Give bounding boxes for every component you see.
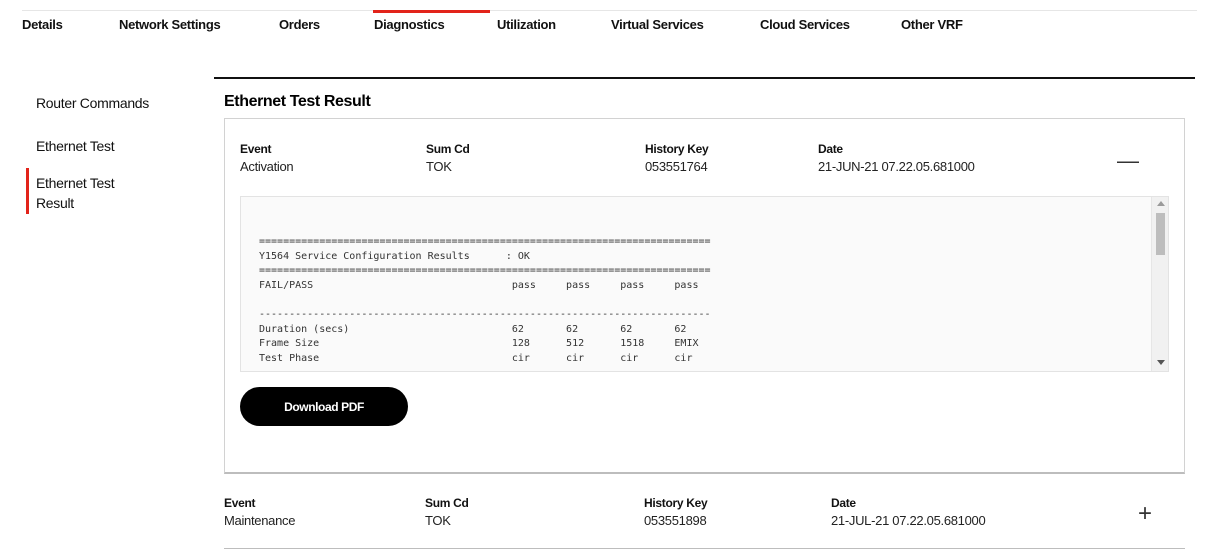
tab-utilization[interactable]: Utilization	[497, 17, 556, 32]
sidebar-item-router-commands[interactable]: Router Commands	[36, 95, 149, 111]
event-value: Maintenance	[224, 513, 296, 528]
tab-orders[interactable]: Orders	[279, 17, 320, 32]
expand-plus-icon[interactable]: +	[1138, 502, 1152, 526]
result-card-maintenance[interactable]: Event Maintenance Sum Cd TOK History Key…	[224, 476, 1185, 549]
sum-cd-label: Sum Cd	[425, 496, 469, 510]
tab-details[interactable]: Details	[22, 17, 63, 32]
history-key-value: 053551898	[644, 513, 707, 528]
event-label: Event	[224, 496, 256, 510]
test-result-log[interactable]: ========================================…	[240, 196, 1169, 372]
log-scrollbar[interactable]	[1151, 197, 1168, 371]
history-key-label: History Key	[644, 496, 708, 510]
date-label: Date	[818, 142, 843, 156]
event-value: Activation	[240, 159, 294, 174]
result-card-activation: Event Activation Sum Cd TOK History Key …	[224, 118, 1185, 474]
active-tab-indicator	[373, 10, 490, 13]
sum-cd-value: TOK	[425, 513, 451, 528]
page-title: Ethernet Test Result	[224, 93, 371, 110]
tab-bar-divider	[22, 10, 1197, 11]
collapse-icon[interactable]: —	[1117, 150, 1139, 172]
tab-virtual-services[interactable]: Virtual Services	[611, 17, 704, 32]
tab-other-vrf[interactable]: Other VRF	[901, 17, 963, 32]
top-tab-bar: Details Network Settings Orders Diagnost…	[0, 0, 1217, 40]
sidebar-item-ethernet-test[interactable]: Ethernet Test	[36, 138, 115, 154]
sidebar-active-indicator	[26, 168, 29, 214]
date-value: 21-JUL-21 07.22.05.681000	[831, 513, 986, 528]
download-pdf-button[interactable]: Download PDF	[240, 387, 408, 426]
scroll-thumb[interactable]	[1156, 213, 1165, 255]
log-text: ========================================…	[259, 236, 711, 364]
scroll-up-arrow-icon[interactable]	[1157, 201, 1165, 206]
date-label: Date	[831, 496, 856, 510]
sum-cd-label: Sum Cd	[426, 142, 470, 156]
history-key-label: History Key	[645, 142, 709, 156]
tab-cloud-services[interactable]: Cloud Services	[760, 17, 850, 32]
date-value: 21-JUN-21 07.22.05.681000	[818, 159, 975, 174]
tab-network-settings[interactable]: Network Settings	[119, 17, 221, 32]
sidebar-item-ethernet-test-result[interactable]: Ethernet Test Result	[36, 173, 115, 213]
tab-diagnostics[interactable]: Diagnostics	[374, 17, 445, 32]
main-header-rule	[214, 77, 1195, 79]
sum-cd-value: TOK	[426, 159, 452, 174]
event-label: Event	[240, 142, 272, 156]
scroll-down-arrow-icon[interactable]	[1157, 360, 1165, 365]
history-key-value: 053551764	[645, 159, 708, 174]
